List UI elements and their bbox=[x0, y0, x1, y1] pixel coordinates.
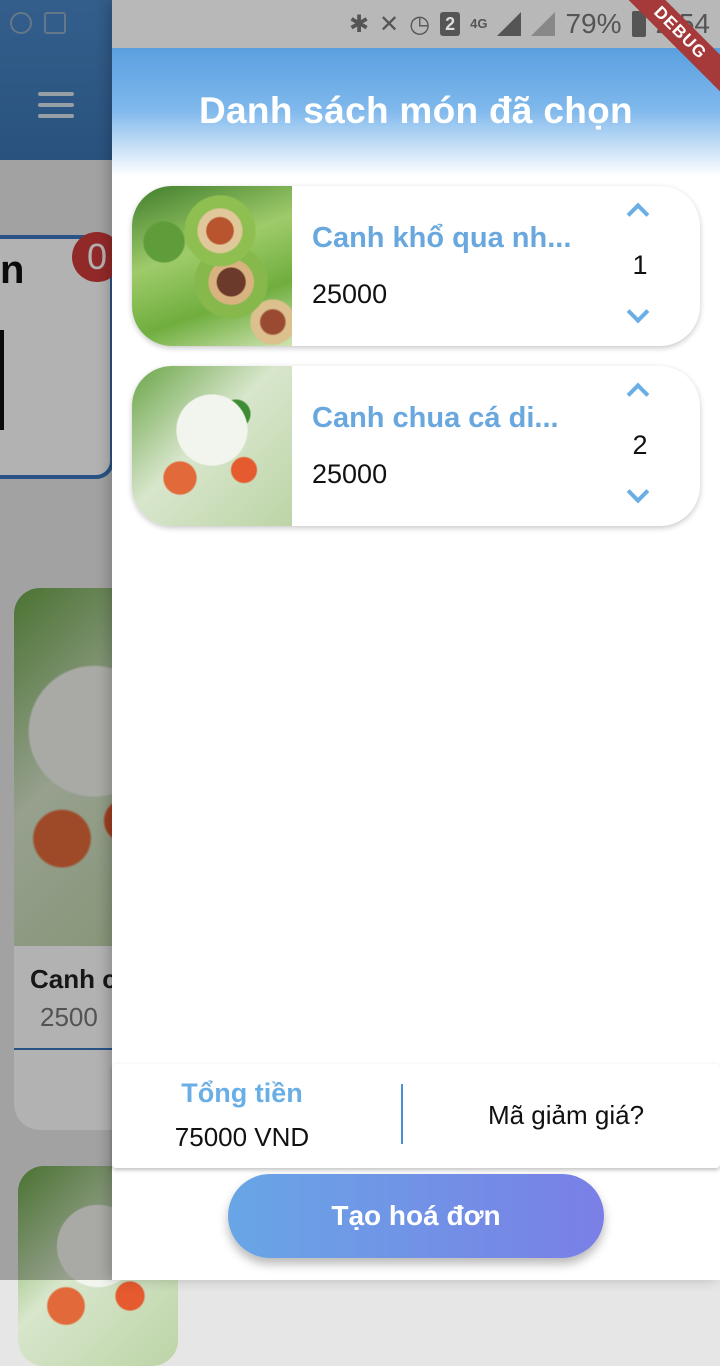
selected-item-card[interactable]: Canh chua cá di... 25000 2 bbox=[132, 366, 700, 526]
item-image bbox=[132, 186, 292, 346]
total-label: Tổng tiền bbox=[181, 1078, 303, 1108]
order-summary: Tổng tiền 75000 VND Mã giảm giá? bbox=[112, 1064, 720, 1168]
summary-divider bbox=[401, 1084, 403, 1144]
decrease-quantity-button[interactable] bbox=[622, 300, 658, 330]
item-price: 25000 bbox=[312, 459, 388, 489]
selected-items-drawer: Danh sách món đã chọn Canh khổ qua nh...… bbox=[112, 0, 720, 1280]
increase-quantity-button[interactable] bbox=[622, 380, 658, 406]
increase-quantity-button[interactable] bbox=[622, 200, 658, 226]
chevron-down-icon bbox=[626, 300, 650, 324]
item-quantity: 1 bbox=[632, 250, 648, 280]
selected-item-card[interactable]: Canh khổ qua nh... 25000 1 bbox=[132, 186, 700, 346]
item-price: 25000 bbox=[312, 279, 388, 309]
usb-icon bbox=[44, 12, 66, 34]
decrease-quantity-button[interactable] bbox=[622, 480, 658, 510]
alarm-clock-icon bbox=[10, 12, 32, 34]
item-image bbox=[132, 366, 292, 526]
chevron-up-icon bbox=[626, 382, 650, 406]
create-invoice-button[interactable]: Tạo hoá đơn bbox=[228, 1174, 604, 1258]
discount-code-button[interactable]: Mã giảm giá? bbox=[412, 1100, 720, 1131]
drawer-title: Danh sách món đã chọn bbox=[199, 90, 633, 131]
chevron-down-icon bbox=[626, 480, 650, 504]
chevron-up-icon bbox=[626, 202, 650, 226]
item-name: Canh chua cá di... bbox=[312, 402, 559, 434]
status-bar bbox=[0, 0, 720, 48]
item-quantity: 2 bbox=[632, 430, 648, 460]
total-value: 75000 VND bbox=[174, 1122, 310, 1152]
item-name: Canh khổ qua nh... bbox=[312, 222, 572, 254]
